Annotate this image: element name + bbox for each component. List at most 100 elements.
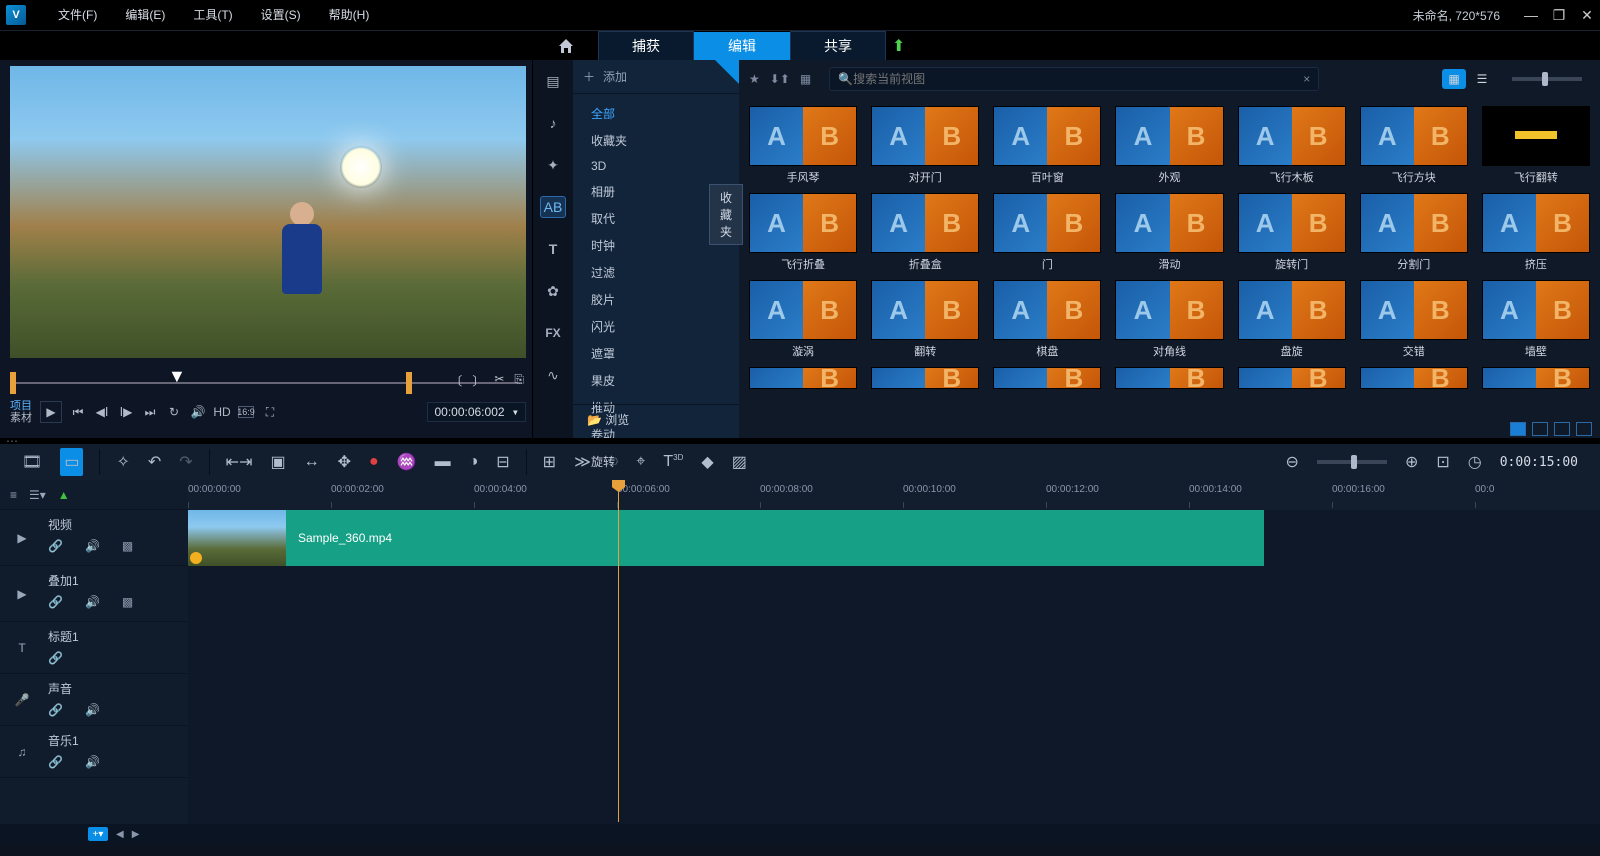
tree-item-13[interactable]: 旋转 [573,448,739,475]
grid-icon[interactable]: ⊞ [543,452,556,472]
goto-start-icon[interactable]: ⏮ [70,405,86,420]
scrub-bar[interactable]: ▼ 〔 〕 ✂ ⎘ [10,366,526,396]
subtitle-icon[interactable]: ▬ [435,453,451,471]
transition-thumb[interactable]: AB交错 [1360,280,1468,359]
transition-thumb[interactable]: AB分割门 [1360,193,1468,272]
scroll-right-icon[interactable]: ▶ [132,829,140,840]
home-icon[interactable] [558,39,598,53]
fx-icon[interactable]: ▩ [122,539,133,553]
zoom-slider[interactable] [1317,460,1387,464]
tree-item-9[interactable]: 遮罩 [573,340,739,367]
preview-video[interactable] [10,66,526,358]
track-opts-icon[interactable]: ☰▾ [29,488,46,502]
track-voice[interactable]: 🎤 声音 🔗🔊 [0,674,188,726]
track-menu-icon[interactable]: ≡ [10,488,17,502]
goto-end-icon[interactable]: ⏭ [142,405,158,420]
collapse-icon[interactable]: ▲ [58,488,70,502]
chapter-icon[interactable]: ◑ [469,453,479,471]
transition-thumb[interactable]: AB旋转门 [1238,193,1346,272]
mute-icon[interactable]: 🔊 [85,595,100,609]
add-track-button[interactable]: +▾ [88,827,108,841]
snapshot-icon[interactable]: ⎘ [514,372,524,389]
tree-item-10[interactable]: 果皮 [573,367,739,394]
link-icon[interactable]: 🔗 [48,755,63,769]
toggle-4[interactable] [1576,422,1592,436]
track-title[interactable]: T 标题1 🔗 [0,622,188,674]
toggle-3[interactable] [1554,422,1570,436]
mute-icon[interactable]: 🔊 [85,755,100,769]
grid-view-icon[interactable]: ▦ [1442,69,1466,89]
mode-material-label[interactable]: 素材 [10,412,32,424]
playhead-icon[interactable]: ▼ [168,366,186,387]
transition-thumb[interactable]: B [1115,367,1223,389]
upload-icon[interactable]: ⬆ [892,36,905,56]
menu-tools[interactable]: 工具(T) [179,0,246,30]
video-clip[interactable]: Sample_360.mp4 [188,510,1264,566]
hd-label[interactable]: HD [214,405,230,419]
transition-thumb[interactable]: AB墙壁 [1482,280,1590,359]
audio-mix-icon[interactable]: ♒ [397,452,417,472]
menu-edit[interactable]: 编辑(E) [111,0,179,30]
favorite-icon[interactable]: ★ [749,72,760,86]
tree-item-2[interactable]: 3D [573,154,739,178]
tree-item-0[interactable]: 全部 [573,100,739,127]
mute-icon[interactable]: 🔊 [85,539,100,553]
redo-icon[interactable]: ↷ [179,452,192,472]
horizontal-splitter[interactable] [0,438,1600,444]
zoom-in-icon[interactable]: ⊕ [1405,452,1418,472]
transition-thumb[interactable]: B [749,367,857,389]
transition-thumb[interactable]: AB漩涡 [749,280,857,359]
tab-capture[interactable]: 捕获 [598,31,694,61]
transition-thumb[interactable]: AB对角线 [1115,280,1223,359]
record-icon[interactable]: ● [369,453,379,471]
timeline-playhead[interactable] [618,482,619,822]
browse-button[interactable]: 📂 浏览 [573,404,739,434]
mark-out-icon[interactable]: 〕 [472,372,484,389]
list-view-icon[interactable]: ☰ [1470,69,1494,89]
menu-help[interactable]: 帮助(H) [315,0,384,30]
fit-clip-icon[interactable]: ⇤⇥ [226,452,253,472]
tab-edit[interactable]: 编辑 [694,32,790,60]
track-video[interactable]: ▶ 视频 🔗🔊▩ [0,510,188,566]
thumb-size-slider[interactable] [1512,77,1582,81]
graphics-icon[interactable]: ✿ [540,280,566,302]
transition-thumb[interactable]: B [1482,367,1590,389]
transition-thumb[interactable]: B [993,367,1101,389]
transition-thumb[interactable]: AB外观 [1115,106,1223,185]
mode-project-label[interactable]: 项目 [10,400,32,412]
apply-icon[interactable]: ▦ [800,72,811,86]
zoom-out-icon[interactable]: ⊖ [1286,452,1299,472]
title-icon[interactable]: T [540,238,566,260]
undo-icon[interactable]: ↶ [148,452,161,472]
link-icon[interactable]: 🔗 [48,595,63,609]
caption-icon[interactable]: ⊟ [496,452,509,472]
fx-icon[interactable]: FX [540,322,566,344]
transition-thumb[interactable]: AB百叶窗 [993,106,1101,185]
duration-icon[interactable]: ◷ [1468,452,1482,472]
transition-thumb[interactable]: AB飞行木板 [1238,106,1346,185]
tab-share[interactable]: 共享 [790,31,886,61]
toggle-2[interactable] [1532,422,1548,436]
pan-icon[interactable]: ↔ [304,453,320,471]
timeline-canvas[interactable]: 00:00:00:0000:00:02:0000:00:04:0000:00:0… [188,480,1600,824]
tools-icon[interactable]: ✧ [116,452,129,472]
media-icon[interactable]: ▤ [540,70,566,92]
crop-icon[interactable]: ▣ [270,452,285,472]
link-icon[interactable]: 🔗 [48,651,63,665]
transition-thumb[interactable]: AB折叠盒 [871,193,979,272]
transition-thumb[interactable]: B [1360,367,1468,389]
time-ruler[interactable]: 00:00:00:0000:00:02:0000:00:04:0000:00:0… [188,480,1600,510]
transition-thumb[interactable]: AB对开门 [871,106,979,185]
track-music[interactable]: ♫ 音乐1 🔗🔊 [0,726,188,778]
tree-item-7[interactable]: 胶片 [573,286,739,313]
pin-icon[interactable] [715,60,739,84]
link-icon[interactable]: 🔗 [48,703,63,717]
transition-thumb[interactable]: AB门 [993,193,1101,272]
search-field[interactable] [853,72,1303,86]
storyboard-view-icon[interactable]: 🎞 [22,452,42,472]
track-overlay[interactable]: ▶ 叠加1 🔗🔊▩ [0,566,188,622]
transition-thumb[interactable]: 飞行翻转 [1482,106,1590,185]
minimize-button[interactable]: — [1524,8,1538,22]
split-icon[interactable]: ✂ [494,372,504,389]
path-icon[interactable]: ∿ [540,364,566,386]
